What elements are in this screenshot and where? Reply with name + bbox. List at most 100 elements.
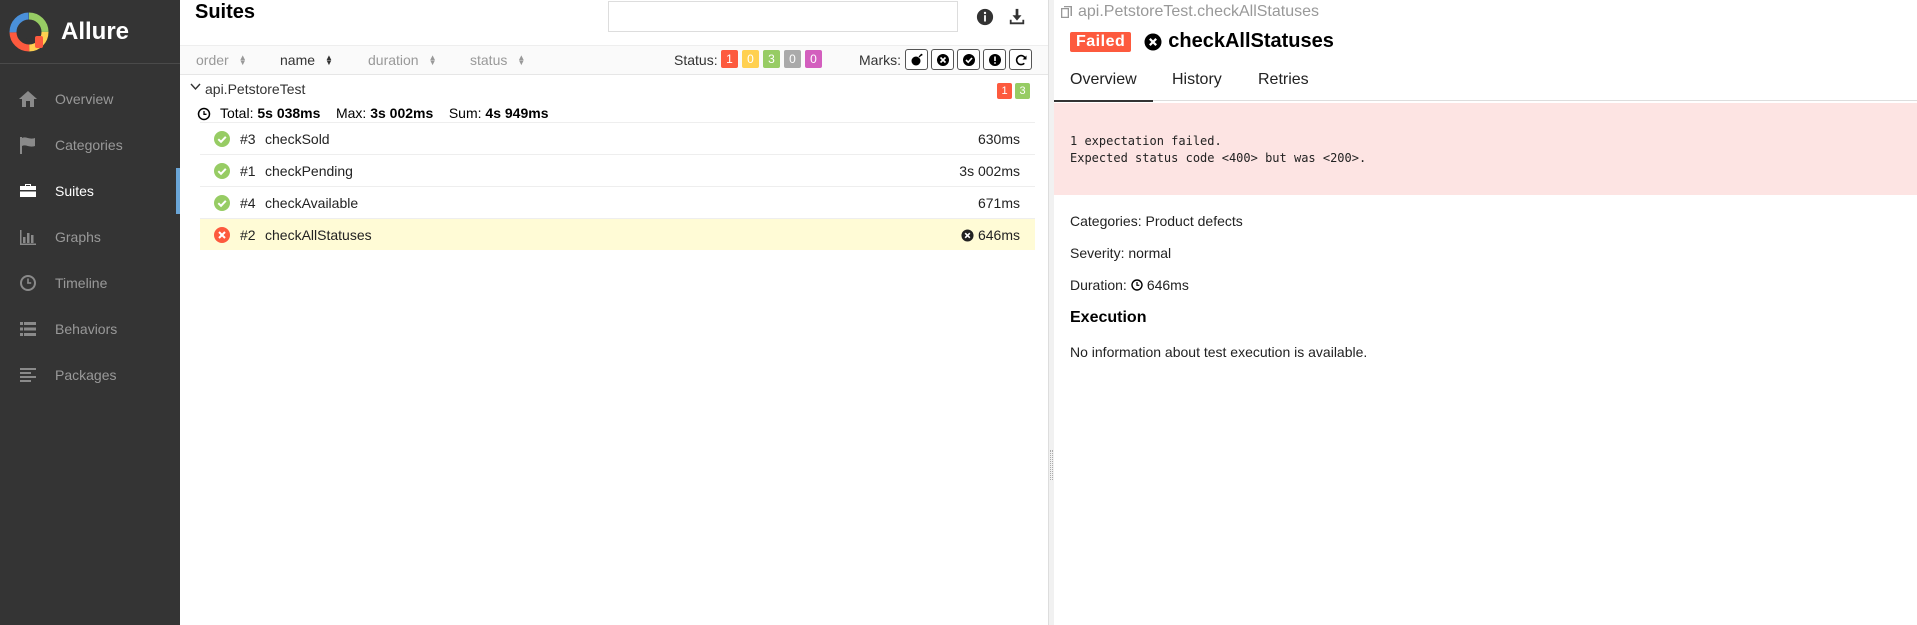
sidebar-item-categories[interactable]: Categories	[0, 122, 180, 168]
test-duration: 646ms	[961, 227, 1020, 243]
sort-label: name	[280, 52, 316, 68]
test-order: #4	[240, 195, 256, 211]
check-circle-icon	[962, 53, 975, 66]
sum-value: 4s 949ms	[485, 105, 549, 121]
execution-note: No information about test execution is a…	[1070, 344, 1368, 360]
sort-by-status[interactable]: status ▲ ▼	[470, 52, 525, 68]
test-row-selected[interactable]: #2 checkAllStatuses 646ms	[200, 218, 1035, 250]
max-value: 3s 002ms	[370, 105, 434, 121]
suite-failed-count: 1	[997, 83, 1012, 99]
status-filter-passed[interactable]: 3	[763, 50, 780, 68]
sort-arrows-icon: ▲ ▼	[325, 53, 333, 67]
sidebar-item-suites[interactable]: Suites	[0, 168, 180, 214]
align-left-icon	[18, 365, 38, 385]
info-icon[interactable]	[975, 7, 995, 27]
mark-new-failed-button[interactable]	[931, 49, 954, 70]
suite-group-row[interactable]: api.PetstoreTest 1 3	[180, 76, 1048, 100]
duration-label: Duration:	[1070, 277, 1127, 293]
sidebar-item-overview[interactable]: Overview	[0, 76, 180, 122]
status-filter-skipped[interactable]: 0	[784, 50, 801, 68]
sidebar-item-behaviors[interactable]: Behaviors	[0, 306, 180, 352]
test-duration: 630ms	[978, 131, 1020, 147]
sidebar-item-label: Suites	[55, 183, 94, 199]
test-duration: 671ms	[978, 195, 1020, 211]
sidebar-item-timeline[interactable]: Timeline	[0, 260, 180, 306]
mark-retries-button[interactable]	[1009, 49, 1032, 70]
sidebar: Allure Overview Categories Suites Graphs…	[0, 0, 180, 625]
test-duration-value: 3s 002ms	[959, 163, 1020, 179]
error-line: 1 expectation failed.	[1070, 134, 1222, 148]
status-filter-failed[interactable]: 1	[721, 50, 738, 68]
test-name: checkAllStatuses	[265, 227, 372, 243]
test-name: checkPending	[265, 163, 353, 179]
passed-status-icon	[214, 131, 230, 147]
sort-arrows-icon: ▲ ▼	[517, 53, 526, 67]
allure-logo-icon	[9, 12, 49, 51]
detail-tabs: Overview History Retries	[1054, 63, 1917, 102]
sidebar-item-label: Graphs	[55, 229, 101, 245]
test-order: #3	[240, 131, 256, 147]
mark-new-broken-button[interactable]	[983, 49, 1006, 70]
flag-icon	[18, 135, 38, 155]
sidebar-item-label: Timeline	[55, 275, 108, 291]
max-label: Max:	[335, 105, 367, 121]
list-icon	[18, 319, 38, 339]
sidebar-item-label: Behaviors	[55, 321, 118, 337]
sort-by-name[interactable]: name ▲ ▼	[280, 52, 333, 68]
sidebar-item-label: Packages	[55, 367, 117, 383]
test-path: api.PetstoreTest.checkAllStatuses	[1060, 3, 1319, 21]
sidebar-item-label: Overview	[55, 91, 114, 107]
status-filter-broken[interactable]: 0	[742, 50, 759, 68]
allure-report-app: Allure Overview Categories Suites Graphs…	[0, 0, 1917, 625]
copy-icon[interactable]	[1060, 5, 1074, 19]
duration-value: 646ms	[1146, 277, 1189, 293]
mark-new-passed-button[interactable]	[957, 49, 980, 70]
status-filter-unknown[interactable]: 0	[805, 50, 822, 68]
test-full-path: api.PetstoreTest.checkAllStatuses	[1078, 3, 1320, 20]
test-row[interactable]: #4 checkAvailable 671ms	[200, 186, 1035, 218]
failed-status-icon	[214, 227, 230, 243]
error-line: Expected status code <400> but was <200>…	[1070, 151, 1367, 165]
sidebar-item-label: Categories	[55, 137, 123, 153]
status-filter-label: Status:	[674, 52, 718, 68]
times-circle-icon	[961, 228, 974, 242]
suite-group-name: api.PetstoreTest	[205, 81, 306, 97]
test-row[interactable]: #1 checkPending 3s 002ms	[200, 154, 1035, 186]
passed-status-icon	[214, 195, 230, 211]
sort-label: order	[196, 52, 229, 68]
error-message-box: 1 expectation failed. Expected status cod…	[1054, 103, 1917, 195]
suites-header: Suites	[180, 0, 1048, 45]
sort-arrows-icon: ▲ ▼	[238, 53, 247, 67]
download-icon[interactable]	[1007, 7, 1027, 27]
marks-filter-label: Marks:	[859, 52, 901, 68]
sort-by-order[interactable]: order ▲ ▼	[196, 52, 247, 68]
sort-by-duration[interactable]: duration ▲ ▼	[368, 52, 437, 68]
briefcase-icon	[18, 181, 38, 201]
sidebar-item-packages[interactable]: Packages	[0, 352, 180, 398]
tab-history[interactable]: History	[1172, 71, 1222, 89]
mark-flaky-button[interactable]	[905, 49, 928, 70]
search-input[interactable]	[608, 1, 958, 32]
brand[interactable]: Allure	[0, 0, 180, 64]
test-duration-value: 646ms	[977, 227, 1020, 243]
passed-status-icon	[214, 163, 230, 179]
splitter-grip[interactable]	[1050, 450, 1053, 480]
suite-stats-row: Total: 5s 038ms Max: 3s 002ms Sum: 4s 94…	[180, 100, 1048, 122]
clock-icon	[1131, 279, 1143, 291]
test-name: checkAvailable	[265, 195, 359, 211]
test-row[interactable]: #3 checkSold 630ms	[200, 122, 1035, 154]
sort-arrows-icon: ▲ ▼	[428, 53, 437, 67]
tab-overview[interactable]: Overview	[1054, 71, 1153, 102]
total-label: Total:	[220, 105, 254, 121]
suite-stats-text: Total: 5s 038ms Max: 3s 002ms Sum: 4s 94…	[220, 105, 548, 121]
categories-info: Categories: Product defects	[1070, 213, 1243, 229]
sidebar-nav: Overview Categories Suites Graphs Timeli…	[0, 76, 180, 398]
sidebar-item-graphs[interactable]: Graphs	[0, 214, 180, 260]
execution-heading: Execution	[1070, 309, 1147, 326]
test-duration-value: 671ms	[977, 195, 1020, 211]
bomb-icon	[911, 53, 922, 65]
brand-name: Allure	[61, 17, 130, 45]
test-duration-value: 630ms	[977, 131, 1020, 147]
clock-icon	[18, 273, 38, 293]
tab-retries[interactable]: Retries	[1258, 71, 1309, 89]
